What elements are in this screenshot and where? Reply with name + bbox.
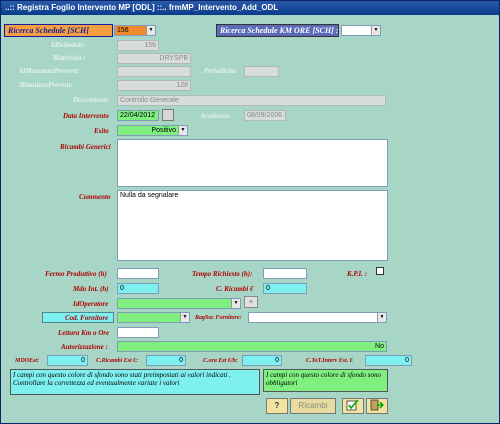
- autorizzazione-field[interactable]: No: [117, 341, 387, 352]
- c-ricambi-est-label: C.Ricambi Est €:: [96, 358, 139, 364]
- matricola-field: DRYSPB: [117, 53, 191, 64]
- esito-value: Positivo: [151, 127, 176, 134]
- chevron-down-icon[interactable]: ▼: [178, 126, 187, 135]
- idmanutenzione-field: [117, 66, 191, 77]
- mdo-int-field[interactable]: 0: [117, 283, 159, 294]
- matricola-label: Matricola :: [53, 54, 86, 62]
- c-tot-interv-est-label: C.ToT.Interv Est. €: [306, 358, 353, 364]
- lettura-km-field[interactable]: [117, 327, 159, 338]
- idmanutenzione-label: IdManutenzPrevent:: [19, 67, 79, 75]
- autorizzazione-label: Autorizzazione :: [61, 343, 108, 351]
- confirm-button[interactable]: [342, 398, 364, 414]
- ricambi-generici-field[interactable]: [117, 139, 388, 187]
- cod-fornitore-button[interactable]: Cod. Fornitore: [42, 312, 114, 323]
- idschedule-field: 156: [117, 40, 159, 51]
- manutenzione-label: ManutenzPrevent:: [19, 81, 73, 89]
- data-intervento-label: Data Intervento: [63, 112, 109, 120]
- ricerca-schedule-select[interactable]: 156 ▼: [114, 25, 156, 36]
- c-ora-est-field[interactable]: 0: [242, 355, 282, 366]
- fermo-produttivo-field[interactable]: [117, 268, 159, 279]
- mdoest-field[interactable]: 0: [47, 355, 88, 366]
- chevron-down-icon[interactable]: ▼: [371, 26, 380, 35]
- esito-select[interactable]: Positivo ▼: [117, 125, 188, 136]
- ricerca-km-ore-button[interactable]: Ricerca Schedule KM ORE [SCH] :: [216, 24, 339, 37]
- exit-button[interactable]: [366, 398, 388, 414]
- idoperatore-select[interactable]: ▼: [117, 298, 241, 309]
- descrizione-label: Descrizione:: [73, 96, 110, 104]
- chevron-down-icon[interactable]: ▼: [231, 299, 240, 308]
- kpi-checkbox[interactable]: [376, 267, 384, 275]
- help-button[interactable]: ?: [266, 398, 288, 414]
- cod-fornitore-select[interactable]: ▼: [117, 312, 190, 323]
- c-ricambi-field[interactable]: 0: [263, 283, 307, 294]
- descrizione-field: Controllo Generale: [117, 95, 386, 106]
- calendar-icon[interactable]: [162, 109, 174, 121]
- window-title: ..:: Registra Foglio Intervento MP [ODL]…: [1, 1, 499, 15]
- mdoest-label: MDOEst:: [15, 358, 40, 364]
- add-operator-icon[interactable]: +: [244, 296, 258, 308]
- commento-field[interactable]: Nulla da segnalare: [117, 190, 388, 261]
- lettura-km-label: Lettura Km o Ore: [58, 329, 110, 337]
- mdo-int-label: Mdo Int. (h): [73, 285, 109, 293]
- scadenza-label: Scadenza:: [201, 112, 231, 120]
- periodicita-field: [244, 66, 279, 77]
- c-ora-est-label: C.ora Est €/h:: [203, 358, 238, 364]
- periodicita-label: Periodicità:: [204, 67, 238, 75]
- idoperatore-label: IdOperatore: [73, 300, 109, 308]
- mandatory-fields-note: I campi con questo colore di sfondo sono…: [263, 369, 388, 392]
- idschedule-label: IdSchedule:: [51, 41, 86, 49]
- preset-fields-note: I campi con questo colore di sfondo sono…: [10, 369, 260, 395]
- ricerca-schedule-value: 156: [117, 27, 129, 34]
- kpi-label: K.P.I. :: [347, 270, 368, 278]
- cod-fornitore-label: Cod. Fornitore: [65, 314, 109, 322]
- chevron-down-icon[interactable]: ▼: [146, 26, 155, 35]
- exit-icon: [370, 399, 384, 411]
- c-tot-interv-est-field[interactable]: 0: [365, 355, 412, 366]
- ricerca-km-ore-select[interactable]: ▼: [341, 25, 381, 36]
- chevron-down-icon[interactable]: ▼: [180, 313, 189, 322]
- esito-label: Esito: [94, 127, 109, 135]
- scadenza-field: 08/09/2006: [244, 110, 286, 121]
- tempo-richiesto-label: Tempo Richiesto (h):: [192, 270, 253, 278]
- ricambi-button[interactable]: Ricambi: [290, 398, 336, 414]
- ragsoc-fornitore-label: RagSoc Fornitore:: [195, 315, 242, 321]
- c-ricambi-est-field[interactable]: 0: [146, 355, 186, 366]
- commento-label: Commento: [79, 193, 111, 201]
- fermo-produttivo-label: Fermo Produttivo (h): [45, 270, 107, 278]
- c-ricambi-label: C. Ricambi €: [216, 285, 254, 293]
- manutenzione-field: 128: [117, 80, 191, 91]
- data-intervento-field[interactable]: 22/04/2012: [117, 110, 159, 121]
- ricambi-generici-label: Ricambi Generici: [60, 143, 111, 151]
- confirm-icon: [346, 399, 359, 411]
- tempo-richiesto-field[interactable]: [263, 268, 307, 279]
- question-icon: ?: [274, 401, 280, 410]
- ricerca-schedule-button[interactable]: Ricerca Schedule [SCH]: [4, 24, 113, 37]
- chevron-down-icon[interactable]: ▼: [377, 313, 386, 322]
- form-window: ..:: Registra Foglio Intervento MP [ODL]…: [0, 0, 500, 424]
- ragsoc-fornitore-select[interactable]: ▼: [248, 312, 387, 323]
